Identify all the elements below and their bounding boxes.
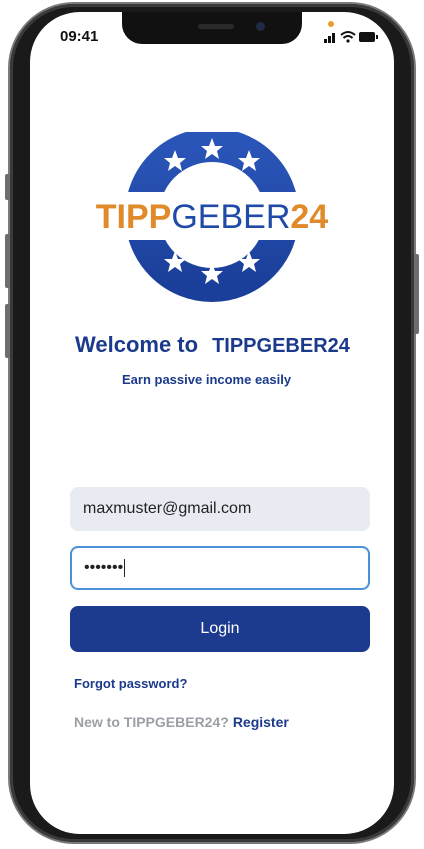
front-camera-icon bbox=[256, 22, 265, 31]
text-cursor bbox=[124, 559, 126, 577]
volume-down-button bbox=[5, 304, 10, 358]
login-button[interactable]: Login bbox=[70, 606, 370, 652]
volume-up-button bbox=[5, 234, 10, 288]
wifi-icon bbox=[340, 31, 356, 43]
power-button bbox=[414, 254, 419, 334]
register-link[interactable]: Register bbox=[233, 714, 289, 730]
register-row: New to TIPPGEBER24? Register bbox=[74, 714, 289, 730]
status-time: 09:41 bbox=[60, 28, 99, 45]
password-value: ••••••• bbox=[84, 559, 124, 576]
notch bbox=[122, 12, 302, 44]
logo-text-geber: GEBER bbox=[171, 198, 290, 236]
email-value: maxmuster@gmail.com bbox=[83, 500, 252, 517]
tagline: Earn passive income easily bbox=[122, 372, 292, 387]
welcome-heading: Welcome to TIPPGEBER24 bbox=[75, 332, 394, 358]
logo-text: TIPPGEBER24 bbox=[96, 198, 329, 236]
app-screen: 09:41 TIPPGEBER24 Welcome to TIPPGEBER24… bbox=[30, 12, 394, 834]
tippgeber24-logo: TIPPGEBER24 bbox=[50, 132, 374, 302]
forgot-password-link[interactable]: Forgot password? bbox=[74, 676, 187, 691]
logo-text-24: 24 bbox=[290, 198, 328, 236]
password-field[interactable]: ••••••• bbox=[70, 546, 370, 590]
mute-switch bbox=[5, 174, 10, 200]
new-user-text: New to TIPPGEBER24? bbox=[74, 714, 229, 730]
email-field[interactable]: maxmuster@gmail.com bbox=[70, 487, 370, 531]
logo-text-tipp: TIPP bbox=[96, 198, 172, 236]
status-icons bbox=[324, 31, 378, 43]
welcome-prefix: Welcome to bbox=[75, 332, 199, 357]
signal-icon bbox=[324, 33, 335, 43]
welcome-brand: TIPPGEBER24 bbox=[212, 335, 350, 357]
privacy-indicator-icon bbox=[328, 21, 334, 27]
speaker-grille bbox=[198, 24, 234, 29]
battery-icon bbox=[359, 32, 378, 42]
